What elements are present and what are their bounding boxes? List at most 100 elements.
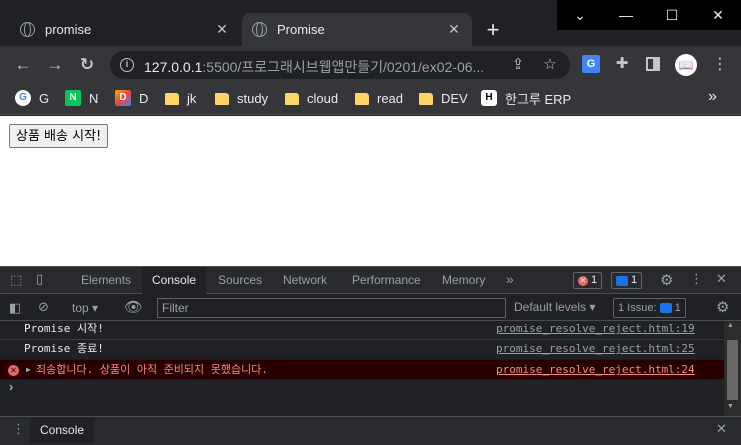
bookmark-folder-dev[interactable]: DEV xyxy=(419,89,468,107)
bookmark-folder-cloud[interactable]: cloud xyxy=(285,89,338,107)
log-source-link[interactable]: promise_resolve_reject.html:25 xyxy=(496,339,695,359)
device-toolbar-icon[interactable]: ▯ xyxy=(36,271,43,287)
share-icon[interactable]: ⇪ xyxy=(508,55,528,75)
d-icon: D xyxy=(115,90,131,106)
log-row: Promise 종료! promise_resolve_reject.html:… xyxy=(0,339,724,360)
context-selector[interactable]: top ▾ xyxy=(72,301,98,315)
tab-network[interactable]: Network xyxy=(273,267,337,294)
tab-elements[interactable]: Elements xyxy=(71,267,141,294)
bookmark-label: read xyxy=(377,90,404,106)
bookmark-star-icon[interactable]: ☆ xyxy=(540,55,560,75)
error-circle-icon: ✕ xyxy=(8,365,19,376)
tab-title: Promise xyxy=(277,22,325,37)
issue-icon xyxy=(659,303,672,313)
bookmark-label: G xyxy=(39,90,50,106)
folder-icon xyxy=(355,93,369,105)
drawer-tab-console[interactable]: Console xyxy=(30,418,95,443)
inspect-element-icon[interactable]: ⬚ xyxy=(10,272,22,288)
more-bookmarks-icon[interactable]: » xyxy=(708,88,717,106)
back-button[interactable]: ← xyxy=(10,52,36,78)
tab-memory[interactable]: Memory xyxy=(432,267,495,294)
folder-icon xyxy=(285,93,299,105)
url-text[interactable]: 127.0.0.1:5500/프로그래시브웹앱만들기/0201/ex02-06.… xyxy=(144,57,499,77)
settings-gear-icon[interactable]: ⚙ xyxy=(660,271,673,289)
error-count: 1 xyxy=(591,274,598,286)
log-message: Promise 종료! xyxy=(24,342,104,355)
expand-triangle-icon[interactable]: ▶ xyxy=(26,360,31,380)
folder-icon xyxy=(165,93,179,105)
context-label: top xyxy=(72,301,89,315)
console-settings-gear-icon[interactable]: ⚙ xyxy=(716,298,729,316)
reload-button[interactable]: ↻ xyxy=(74,52,100,78)
scroll-thumb[interactable] xyxy=(727,340,738,400)
message-icon xyxy=(616,275,628,286)
translate-extension-icon[interactable]: G xyxy=(582,55,600,73)
bookmark-folder-jk[interactable]: jk xyxy=(165,89,196,107)
log-row: Promise 시작! promise_resolve_reject.html:… xyxy=(0,319,724,340)
forward-button[interactable]: → xyxy=(42,52,68,78)
clear-console-icon[interactable]: ⊘ xyxy=(38,299,49,315)
close-tab-icon[interactable]: ✕ xyxy=(446,21,462,38)
log-source-link[interactable]: promise_resolve_reject.html:24 xyxy=(496,360,695,380)
folder-icon xyxy=(419,93,433,105)
tab-console[interactable]: Console xyxy=(142,267,207,294)
devtools-menu-icon[interactable]: ⋮ xyxy=(690,271,703,287)
more-tabs-icon[interactable]: » xyxy=(506,271,514,287)
bookmark-g[interactable]: G G xyxy=(15,89,49,107)
naver-icon: N xyxy=(65,90,81,106)
console-filter-input[interactable]: Filter xyxy=(157,298,506,318)
log-levels-dropdown[interactable]: Default levels ▾ xyxy=(514,300,595,314)
bookmark-label: 한그루 ERP xyxy=(505,91,572,107)
extensions-puzzle-icon[interactable]: ✚ xyxy=(612,54,632,74)
close-devtools-icon[interactable]: ✕ xyxy=(716,271,727,287)
issues-label: 1 Issue: xyxy=(618,302,657,314)
scroll-down-arrow-icon[interactable]: ▼ xyxy=(727,403,734,410)
error-message: 죄송합니다. 상품이 아직 준비되지 못했습니다. xyxy=(36,363,269,376)
close-tab-icon[interactable]: ✕ xyxy=(214,21,230,38)
drawer-menu-icon[interactable]: ⋮ xyxy=(12,421,25,437)
profile-avatar[interactable]: 📖 xyxy=(675,54,697,76)
tab-sources[interactable]: Sources xyxy=(208,267,272,294)
log-message: Promise 시작! xyxy=(24,322,104,335)
tab-performance[interactable]: Performance xyxy=(342,267,431,294)
bookmark-folder-read[interactable]: read xyxy=(355,89,403,107)
bookmark-d[interactable]: D D xyxy=(115,89,148,107)
bookmark-n[interactable]: N N xyxy=(65,89,98,107)
issues-button[interactable]: 1 Issue: 1 xyxy=(613,298,686,318)
tab-search-button[interactable]: ⌄ xyxy=(557,0,603,30)
close-window-button[interactable]: ✕ xyxy=(695,0,741,30)
live-expression-eye-icon[interactable]: 👁 xyxy=(124,298,143,316)
error-count-badge[interactable]: ✕ 1 xyxy=(573,272,603,289)
error-log-row[interactable]: ✕ ▶ 죄송합니다. 상품이 아직 준비되지 못했습니다. promise_re… xyxy=(0,359,724,380)
tab-promise-2[interactable]: Promise ✕ xyxy=(242,13,472,46)
bookmark-hangru-erp[interactable]: H 한그루 ERP xyxy=(481,89,571,107)
levels-label: Default levels xyxy=(514,300,587,314)
close-drawer-icon[interactable]: ✕ xyxy=(716,421,727,437)
google-icon: G xyxy=(15,90,31,106)
scroll-up-arrow-icon[interactable]: ▲ xyxy=(727,322,734,329)
folder-icon xyxy=(215,93,229,105)
devtools-drawer xyxy=(0,416,741,445)
message-count: 1 xyxy=(631,274,638,286)
new-tab-button[interactable]: + xyxy=(480,17,506,43)
message-count-badge[interactable]: 1 xyxy=(611,272,643,289)
error-icon: ✕ xyxy=(578,275,588,286)
url-host: 127.0.0.1 xyxy=(144,59,203,75)
start-delivery-button[interactable]: 상품 배송 시작! xyxy=(9,124,109,148)
side-panel-icon[interactable] xyxy=(646,57,660,71)
bookmark-label: D xyxy=(139,90,149,106)
more-menu-icon[interactable]: ⋮ xyxy=(710,53,730,77)
bookmark-label: N xyxy=(89,90,99,106)
bookmark-label: DEV xyxy=(441,90,468,106)
info-icon[interactable]: i xyxy=(120,58,134,72)
bookmark-label: cloud xyxy=(307,90,339,106)
console-prompt[interactable]: › xyxy=(9,379,13,394)
bookmark-label: study xyxy=(237,90,269,106)
log-source-link[interactable]: promise_resolve_reject.html:19 xyxy=(496,319,695,339)
bookmark-folder-study[interactable]: study xyxy=(215,89,268,107)
tab-promise-1[interactable]: promise ✕ xyxy=(10,13,240,46)
sidebar-toggle-icon[interactable]: ◧ xyxy=(9,300,21,316)
minimize-button[interactable]: — xyxy=(603,0,649,30)
maximize-button[interactable]: ☐ xyxy=(649,0,695,30)
url-path: :5500/프로그래시브웹앱만들기/0201/ex02-06... xyxy=(202,59,485,75)
